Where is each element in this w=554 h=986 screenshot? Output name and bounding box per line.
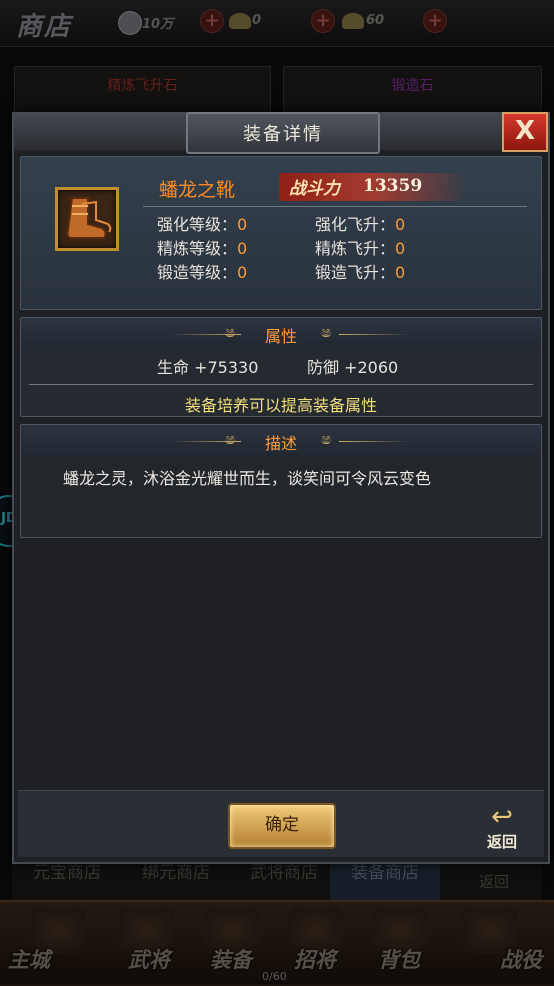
close-button[interactable]: X [502,112,548,152]
equipment-detail-dialog: 装备详情 X 蟠龙之靴 战斗力 13359 强化等级：0 强化飞升：0 精炼等级… [12,112,550,864]
back-button[interactable]: ↩ 返回 [476,803,528,853]
ornament-line [339,334,409,335]
attributes-row: 生命 +75330 防御 +2060 [21,354,541,382]
description-title: 描述 [264,434,297,453]
attributes-tip: 装备培养可以提高装备属性 [184,396,377,415]
stat-refine-ascend: 精炼飞升：0 [315,239,406,258]
dialog-title-plate: 装备详情 [186,112,380,154]
attr-def: 防御 +2060 [307,358,399,377]
item-name: 蟠龙之靴 [159,179,236,201]
stat-refine-level: 精炼等级：0 [157,239,248,258]
attributes-title: 属性 [264,327,297,346]
description-panel: ෂ 描述 ෂ 蟠龙之灵，沐浴金光耀世而生，谈笑间可令风云变色 [20,424,542,538]
back-arrow-icon: ↩ [491,802,513,832]
stat-enhance-level: 强化等级：0 [157,215,248,234]
power-value: 13359 [363,176,423,196]
attr-hp: 生命 +75330 [157,358,259,377]
ornament-line [339,441,409,442]
confirm-button[interactable]: 确定 [228,803,336,849]
back-label: 返回 [486,833,517,851]
scroll-ornament-icon: ෂ [321,323,332,341]
item-info-panel: 蟠龙之靴 战斗力 13359 强化等级：0 强化飞升：0 精炼等级：0 精炼飞升… [20,156,542,310]
dialog-footer: 确定 ↩ 返回 [18,790,544,857]
scroll-ornament-icon: ෂ [321,430,332,448]
stat-enhance-ascend: 强化飞升：0 [315,215,406,234]
stat-forge-ascend: 锻造飞升：0 [315,263,406,282]
attributes-header: ෂ 属性 ෂ [21,318,541,348]
description-header: ෂ 描述 ෂ [21,425,541,455]
dialog-title: 装备详情 [243,124,323,145]
stat-forge-level: 锻造等级：0 [157,263,248,282]
divider [143,206,527,207]
attributes-panel: ෂ 属性 ෂ 生命 +75330 防御 +2060 装备培养可以提高装备属性 [20,317,542,417]
boots-icon [66,197,112,239]
power-label: 战斗力 [289,179,340,199]
divider [29,384,533,385]
item-slot [55,187,119,251]
description-text: 蟠龙之灵，沐浴金光耀世而生，谈笑间可令风云变色 [63,469,432,488]
